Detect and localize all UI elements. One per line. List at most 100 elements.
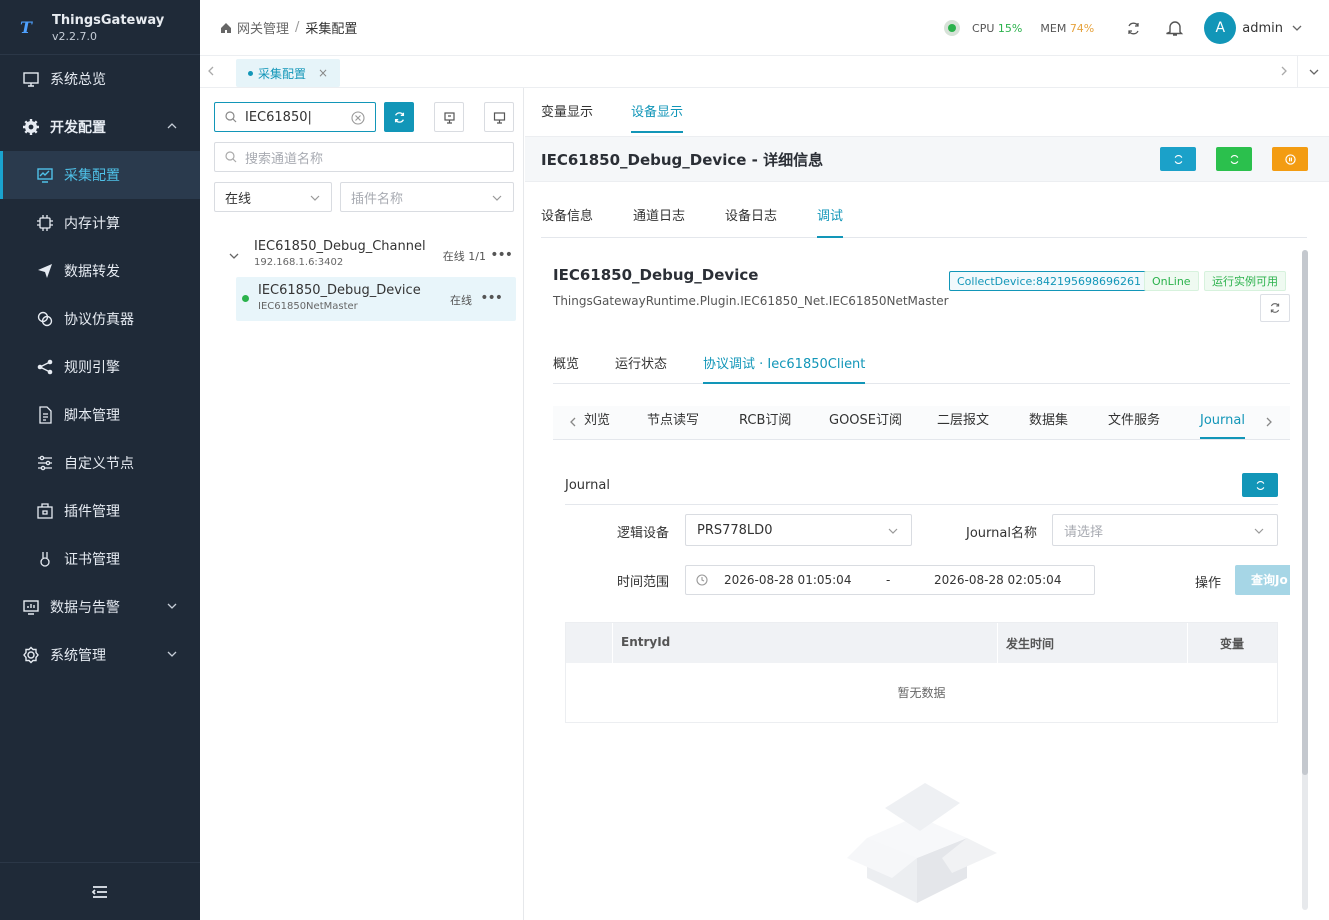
sidebar-item-data-forward[interactable]: 数据转发 [0, 247, 200, 295]
plugin-filter-select[interactable]: 插件名称 [340, 182, 514, 212]
sidebar-item-script[interactable]: 脚本管理 [0, 391, 200, 439]
logic-device-label: 逻辑设备 [617, 526, 670, 541]
time-range-picker[interactable]: 2026-08-28 01:05:04 - 2026-08-28 02:05:0… [685, 565, 1095, 595]
chevron-down-icon [888, 528, 898, 534]
search-icon [225, 151, 237, 163]
detail-header: IEC61850_Debug_Device - 详细信息 [525, 136, 1329, 182]
protocol-tabs: 刘览 节点读写 RCB订阅 GOOSE订阅 二层报文 数据集 文件服务 Jour… [553, 406, 1290, 440]
sidebar-item-custom-node[interactable]: 自定义节点 [0, 439, 200, 487]
chevron-down-icon[interactable] [1291, 22, 1303, 34]
tab-device-view[interactable]: 设备显示 [631, 88, 684, 136]
app-version: v2.2.7.0 [52, 29, 97, 43]
journal-name-select[interactable]: 请选择 [1052, 514, 1278, 546]
sidebar-item-label: 内存计算 [64, 216, 120, 232]
detail-tabs: 设备信息 通道日志 设备日志 调试 [541, 202, 1307, 238]
tree-device-row[interactable]: IEC61850_Debug_Device IEC61850NetMaster … [236, 277, 516, 321]
sidebar-item-system[interactable]: 系统管理 [0, 631, 200, 679]
refresh-button[interactable] [1160, 147, 1196, 171]
refresh-icon [1256, 480, 1264, 490]
journal-refresh-button[interactable] [1242, 473, 1278, 497]
time-start[interactable]: 2026-08-28 01:05:04 [724, 573, 851, 587]
sidebar-item-label: 脚本管理 [64, 408, 120, 424]
channel-search-input[interactable]: 搜索通道名称 [214, 142, 514, 172]
view-tabs: 变量显示 设备显示 [541, 88, 721, 136]
logic-device-select[interactable]: PRS778LD0 [685, 514, 912, 546]
detail-title: IEC61850_Debug_Device - 详细信息 [541, 151, 824, 169]
sidebar-item-label: 系统管理 [50, 648, 106, 664]
tab-file-service[interactable]: 文件服务 [1108, 406, 1160, 436]
display-button[interactable] [484, 102, 514, 132]
monitor-icon [22, 70, 40, 88]
vertical-scrollbar[interactable] [1302, 250, 1308, 910]
avatar[interactable]: A [1204, 12, 1237, 44]
tab-node-rw[interactable]: 节点读写 [647, 406, 699, 436]
sidebar-item-rule-engine[interactable]: 规则引擎 [0, 343, 200, 391]
pause-button[interactable] [1272, 147, 1308, 171]
time-end[interactable]: 2026-08-28 02:05:04 [934, 573, 1061, 587]
tab-channel-log[interactable]: 通道日志 [633, 202, 685, 237]
journal-name-label: Journal名称 [966, 526, 1037, 541]
sidebar-item-data-alarm[interactable]: 数据与告警 [0, 583, 200, 631]
bell-icon[interactable] [1165, 18, 1185, 38]
device-refresh-button[interactable] [1260, 294, 1290, 322]
header-tools: CPU 15% MEM 74% A admin [944, 0, 1329, 56]
device-search-input[interactable]: IEC61850 | [214, 102, 376, 132]
clear-icon[interactable] [351, 111, 365, 125]
action-label: 操作 [1195, 576, 1222, 591]
tab-journal[interactable]: Journal [1200, 406, 1245, 439]
debug-sub-tabs: 概览 运行状态 协议调试 · Iec61850Client [553, 350, 1290, 384]
tab-more-button[interactable] [1297, 56, 1329, 88]
refresh-icon[interactable] [1123, 18, 1143, 38]
tab-device-info[interactable]: 设备信息 [541, 202, 593, 237]
top-header: 网关管理 / 采集配置 CPU 15% MEM 74% A admin [200, 0, 1329, 56]
empty-state-text: 暂无数据 [897, 686, 946, 700]
column-variable: 变量 [1220, 637, 1245, 651]
tab-device-log[interactable]: 设备日志 [725, 202, 777, 237]
page-tab-collect-config[interactable]: 采集配置 × [236, 59, 341, 87]
tab-variable-view[interactable]: 变量显示 [541, 88, 593, 136]
more-icon[interactable]: ••• [480, 290, 503, 306]
link-icon [36, 310, 54, 328]
tab-layer2[interactable]: 二层报文 [937, 406, 989, 436]
tab-goose[interactable]: GOOSE订阅 [829, 406, 902, 436]
collect-device-tag: CollectDevice:842195698696261 [949, 271, 1149, 291]
sidebar-item-overview[interactable]: 系统总览 [0, 55, 200, 103]
more-icon[interactable]: ••• [490, 247, 513, 263]
chevron-down-icon[interactable] [228, 251, 240, 261]
tab-overview[interactable]: 概览 [553, 350, 579, 383]
tab-dataset[interactable]: 数据集 [1029, 406, 1068, 436]
sidebar-item-dev-config[interactable]: 开发配置 [0, 103, 200, 151]
sliders-icon [36, 454, 54, 472]
restart-button[interactable] [1216, 147, 1252, 171]
chevron-right-icon[interactable] [1265, 416, 1273, 428]
chevron-left-icon[interactable] [569, 416, 577, 428]
tab-runtime-status[interactable]: 运行状态 [615, 350, 667, 383]
sidebar-item-simulator[interactable]: 协议仿真器 [0, 295, 200, 343]
tab-debug[interactable]: 调试 [817, 202, 844, 238]
user-name[interactable]: admin [1242, 21, 1283, 36]
status-filter-select[interactable]: 在线 [214, 182, 332, 212]
sidebar-item-plugin[interactable]: 插件管理 [0, 487, 200, 535]
clock-icon [696, 574, 708, 586]
refresh-button[interactable] [384, 102, 414, 132]
close-icon[interactable]: × [318, 66, 328, 80]
sidebar-item-memory-compute[interactable]: 内存计算 [0, 199, 200, 247]
sidebar-item-label: 证书管理 [64, 552, 120, 568]
tab-browse[interactable]: 刘览 [584, 406, 610, 436]
tab-rcb[interactable]: RCB订阅 [739, 406, 791, 436]
chevron-left-icon[interactable] [206, 65, 216, 77]
tab-protocol-debug[interactable]: 协议调试 · Iec61850Client [703, 350, 866, 384]
home-icon [221, 22, 231, 33]
query-journal-button[interactable]: 查询Jo [1235, 565, 1290, 595]
breadcrumb-item[interactable]: 网关管理 [237, 18, 289, 37]
sidebar-item-certificate[interactable]: 证书管理 [0, 535, 200, 583]
breadcrumb: 网关管理 / 采集配置 [220, 18, 357, 37]
export-button[interactable] [434, 102, 464, 132]
tree-channel-row[interactable]: IEC61850_Debug_Channel 192.168.1.6:3402 … [254, 239, 516, 268]
settings-icon [22, 646, 40, 664]
sidebar-item-collect-config[interactable]: 采集配置 [0, 151, 200, 199]
package-icon [36, 502, 54, 520]
sidebar-collapse-button[interactable] [0, 862, 200, 920]
time-range-label: 时间范围 [617, 575, 670, 590]
chevron-right-icon[interactable] [1279, 65, 1289, 77]
